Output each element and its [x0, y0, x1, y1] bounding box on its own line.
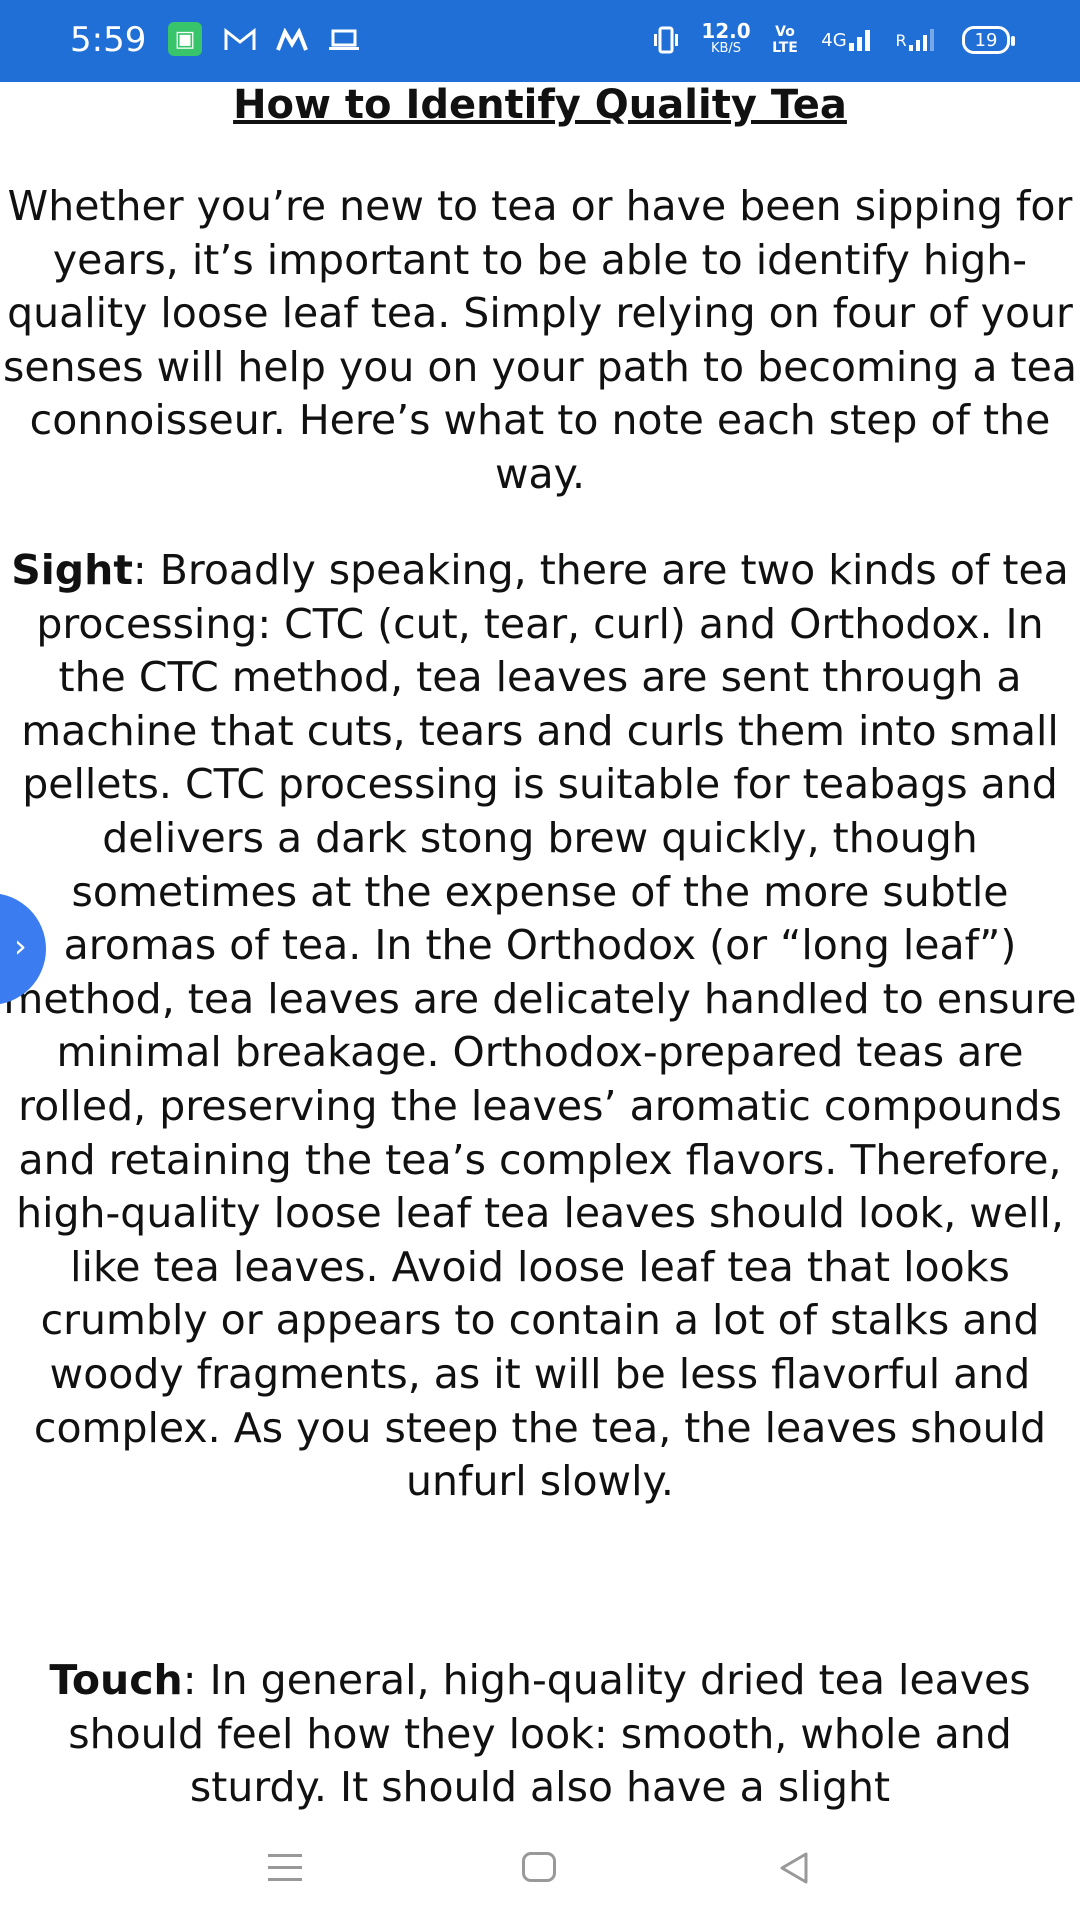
sight-paragraph: Sight: Broadly speaking, there are two k…: [0, 544, 1080, 1509]
menu-icon[interactable]: [268, 1854, 302, 1882]
app-icon: ▣: [168, 22, 202, 56]
touch-text: : In general, high-quality dried tea lea…: [68, 1656, 1031, 1812]
m-app-icon: [274, 22, 310, 58]
touch-label: Touch: [49, 1656, 183, 1704]
volte-icon: Vo LTE: [772, 24, 798, 56]
status-time: 5:59: [70, 20, 147, 60]
home-icon[interactable]: [522, 1852, 556, 1882]
article-title: How to Identify Quality Tea: [233, 82, 847, 128]
battery-icon: 19: [962, 26, 1015, 54]
gmail-icon: [222, 22, 258, 58]
navigation-bar: [0, 1824, 1080, 1920]
signal-roaming-icon: R: [888, 22, 944, 58]
signal-4g-icon: 4G: [818, 22, 878, 58]
touch-paragraph: Touch: In general, high-quality dried te…: [0, 1654, 1080, 1824]
sight-label: Sight: [11, 546, 133, 594]
intro-paragraph: Whether you’re new to tea or have been s…: [3, 182, 1077, 498]
laptop-icon: [326, 22, 362, 58]
chevron-right-icon: ›: [14, 927, 27, 965]
status-bar: 5:59 ▣ 12.0 KB/S Vo LTE 4G R 19: [0, 0, 1080, 82]
vibrate-icon: [652, 22, 680, 58]
back-icon[interactable]: [776, 1850, 812, 1886]
sight-text: : Broadly speaking, there are two kinds …: [3, 546, 1077, 1506]
network-speed: 12.0 KB/S: [701, 19, 751, 56]
